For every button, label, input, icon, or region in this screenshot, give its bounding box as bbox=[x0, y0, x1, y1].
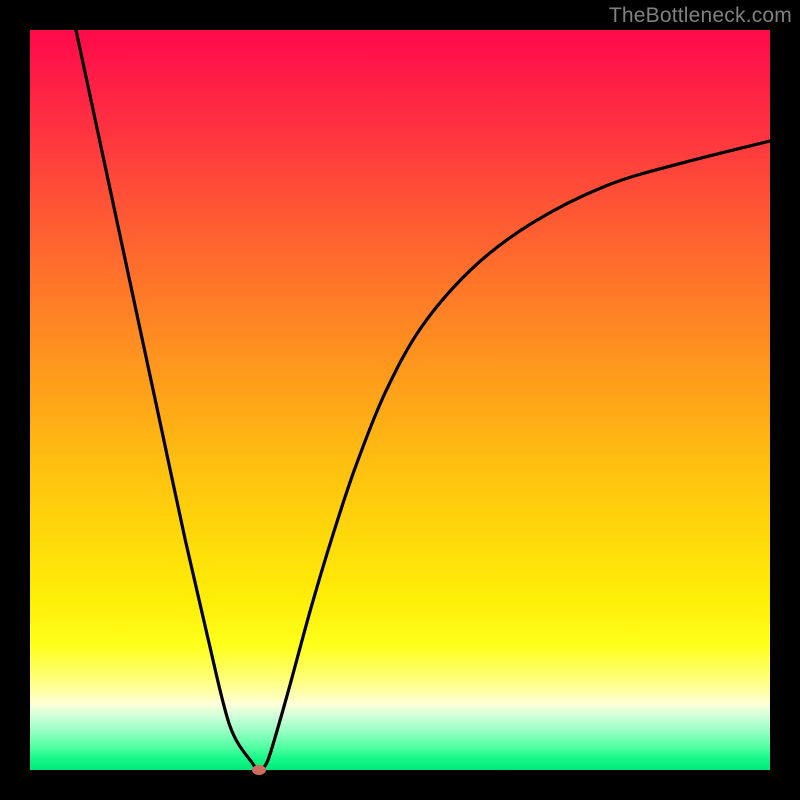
watermark-text: TheBottleneck.com bbox=[609, 4, 792, 28]
curve-svg bbox=[30, 30, 770, 770]
bottleneck-curve bbox=[30, 30, 770, 770]
plot-area bbox=[30, 30, 770, 770]
chart-frame: TheBottleneck.com bbox=[0, 0, 800, 800]
min-marker bbox=[252, 765, 266, 775]
